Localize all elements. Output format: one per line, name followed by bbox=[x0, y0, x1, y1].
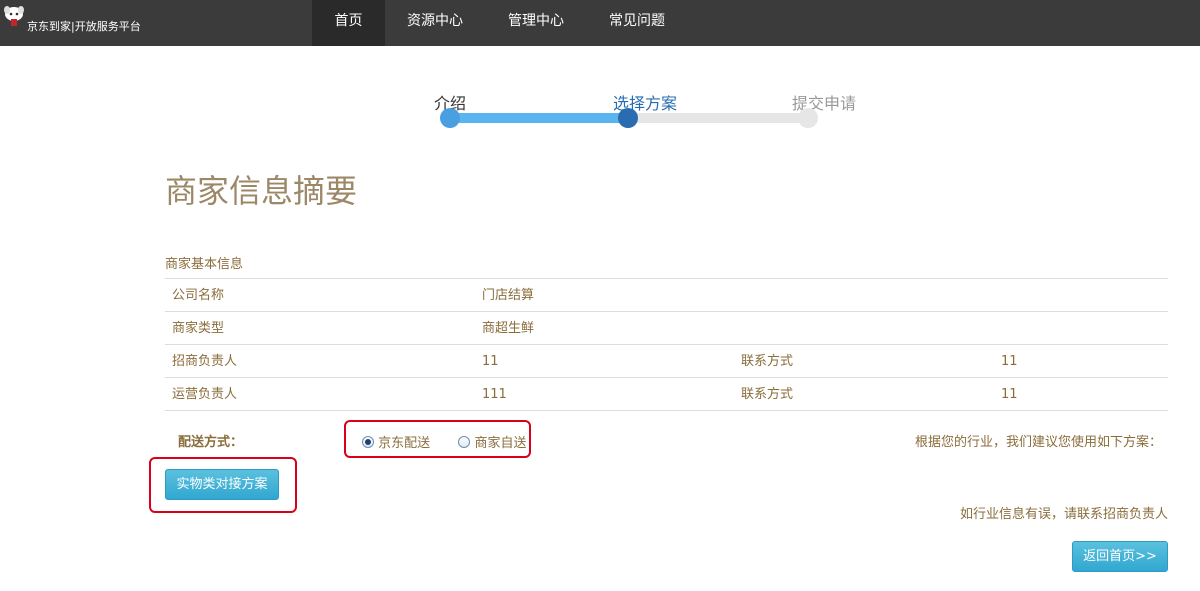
table-row: 商家类型 商超生鲜 bbox=[165, 312, 1168, 345]
brand-logo[interactable]: 京东到家|开放服务平台 bbox=[0, 0, 300, 46]
nav-resource-center[interactable]: 资源中心 bbox=[393, 0, 477, 46]
merchant-type-value: 商超生鲜 bbox=[482, 321, 535, 336]
nav-management-center[interactable]: 管理中心 bbox=[494, 0, 578, 46]
nav-home[interactable]: 首页 bbox=[312, 0, 385, 46]
nav-faq[interactable]: 常见问题 bbox=[595, 0, 679, 46]
ops-manager-label: 运营负责人 bbox=[172, 387, 238, 402]
merchant-type-label: 商家类型 bbox=[172, 321, 225, 336]
ops-manager-value: 111 bbox=[482, 387, 507, 402]
dog-mascot-icon bbox=[4, 6, 24, 26]
back-home-button[interactable]: 返回首页>> bbox=[1072, 541, 1168, 572]
table-row: 招商负责人 11 联系方式 11 bbox=[165, 345, 1168, 378]
section-label: 商家基本信息 bbox=[165, 257, 244, 272]
merchant-info-table: 公司名称 门店结算 商家类型 商超生鲜 招商负责人 11 联系方式 11 运营负… bbox=[165, 278, 1168, 411]
step-track-progress bbox=[450, 113, 630, 123]
recruit-manager-label: 招商负责人 bbox=[172, 354, 238, 369]
brand-name: 京东到家|开放服务平台 bbox=[27, 20, 141, 33]
radio-jd-delivery-label[interactable]: 京东配送 bbox=[378, 432, 430, 451]
recruit-contact-value: 11 bbox=[1001, 354, 1018, 369]
recruit-contact-label: 联系方式 bbox=[741, 354, 794, 369]
delivery-method-label: 配送方式： bbox=[178, 435, 244, 450]
company-name-value: 门店结算 bbox=[482, 288, 535, 303]
table-row: 公司名称 门店结算 bbox=[165, 279, 1168, 312]
plan-suggestion-text: 根据您的行业，我们建议您使用如下方案： bbox=[914, 435, 1162, 450]
radio-self-delivery-label[interactable]: 商家自送 bbox=[474, 432, 526, 451]
contact-note: 如行业信息有误，请联系招商负责人 bbox=[959, 507, 1168, 522]
recruit-manager-value: 11 bbox=[482, 354, 499, 369]
top-navbar: 京东到家|开放服务平台 首页 资源中心 管理中心 常见问题 bbox=[0, 0, 1200, 46]
company-name-label: 公司名称 bbox=[172, 288, 225, 303]
page-title: 商家信息摘要 bbox=[165, 172, 358, 210]
table-row: 运营负责人 111 联系方式 11 bbox=[165, 378, 1168, 411]
radio-self-delivery[interactable] bbox=[458, 435, 471, 448]
ops-contact-label: 联系方式 bbox=[741, 387, 794, 402]
step-dot-choose-plan bbox=[618, 108, 638, 128]
step-dot-submit bbox=[798, 108, 818, 128]
ops-contact-value: 11 bbox=[1001, 387, 1018, 402]
step-dot-intro bbox=[440, 108, 460, 128]
radio-jd-delivery[interactable] bbox=[362, 435, 374, 448]
physical-goods-plan-button[interactable]: 实物类对接方案 bbox=[165, 469, 279, 500]
delivery-radio-group: 京东配送 商家自送 bbox=[362, 432, 550, 451]
